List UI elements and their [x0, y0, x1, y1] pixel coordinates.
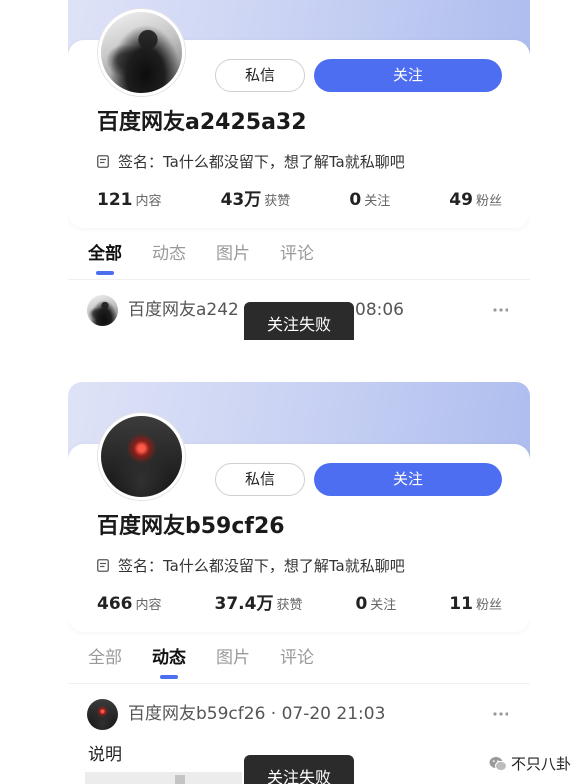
stat-content[interactable]: 121 内容: [97, 190, 162, 210]
stat-value: 49: [449, 190, 473, 210]
profile-panel-2: 私信 关注 百度网友b59cf26 签名：Ta什么都没留下，想了解Ta就私聊吧 …: [68, 382, 530, 784]
message-button[interactable]: 私信: [215, 463, 305, 496]
tab-images[interactable]: 图片: [216, 646, 250, 670]
divider: [68, 279, 530, 280]
stat-label: 获赞: [276, 598, 303, 613]
stat-label: 内容: [135, 598, 162, 613]
divider: [68, 683, 530, 684]
more-icon[interactable]: [492, 712, 508, 716]
stat-followers[interactable]: 49 粉丝: [449, 190, 502, 210]
tab-comments[interactable]: 评论: [280, 646, 314, 670]
stat-value: 121: [97, 190, 133, 210]
tab-label: 动态: [152, 648, 186, 668]
profile-avatar[interactable]: [98, 413, 185, 500]
stats-row: 466 内容 37.4万 获赞 0 关注 11 粉丝: [97, 589, 502, 614]
tab-label: 图片: [216, 648, 250, 668]
stat-value: 11: [449, 594, 473, 614]
post-time: 08:06: [355, 300, 404, 320]
signature: 签名：Ta什么都没留下，想了解Ta就私聊吧: [97, 151, 405, 171]
follow-button[interactable]: 关注: [314, 59, 502, 92]
watermark-text: 不只八卦: [511, 755, 572, 773]
follow-button[interactable]: 关注: [314, 463, 502, 496]
stat-label: 内容: [135, 194, 162, 209]
stat-value: 37.4万: [214, 594, 274, 614]
stat-label: 粉丝: [475, 194, 502, 209]
post-author-avatar[interactable]: [87, 699, 118, 730]
tab-comments[interactable]: 评论: [280, 242, 314, 266]
profile-avatar[interactable]: [98, 9, 185, 96]
profile-panel-1: 私信 关注 百度网友a2425a32 签名：Ta什么都没留下，想了解Ta就私聊吧…: [68, 0, 530, 340]
tab-label: 评论: [280, 648, 314, 668]
toast-message: 关注失败: [244, 302, 354, 340]
stat-label: 关注: [370, 598, 397, 613]
stat-likes[interactable]: 37.4万 获赞: [215, 589, 303, 614]
message-button[interactable]: 私信: [215, 59, 305, 92]
document-icon: [97, 558, 109, 572]
stat-label: 粉丝: [475, 598, 502, 613]
signature: 签名：Ta什么都没留下，想了解Ta就私聊吧: [97, 555, 405, 575]
tab-all[interactable]: 全部: [88, 646, 122, 670]
stat-value: 0: [349, 190, 362, 210]
stat-value: 0: [355, 594, 368, 614]
tab-bar: 全部 动态 图片 评论: [88, 242, 314, 275]
toast-message: 关注失败: [244, 755, 354, 784]
post-author-avatar[interactable]: [87, 295, 118, 326]
post-body: 说明: [88, 745, 122, 765]
stat-label: 关注: [364, 194, 391, 209]
tab-label: 评论: [280, 244, 314, 264]
tab-bar: 全部 动态 图片 评论: [88, 646, 314, 679]
stat-followers[interactable]: 11 粉丝: [449, 594, 502, 614]
post-image[interactable]: [85, 772, 242, 784]
profile-name: 百度网友a2425a32: [97, 110, 307, 135]
stat-following[interactable]: 0 关注: [349, 190, 390, 210]
stats-row: 121 内容 43万 获赞 0 关注 49 粉丝: [97, 185, 502, 210]
stat-value: 466: [97, 594, 133, 614]
tab-label: 全部: [88, 648, 122, 668]
tab-label: 全部: [88, 244, 122, 264]
stat-likes[interactable]: 43万 获赞: [221, 185, 291, 210]
document-icon: [97, 154, 109, 168]
tab-updates[interactable]: 动态: [152, 242, 186, 266]
tab-label: 图片: [216, 244, 250, 264]
tab-images[interactable]: 图片: [216, 242, 250, 266]
profile-name: 百度网友b59cf26: [97, 514, 285, 539]
stat-following[interactable]: 0 关注: [355, 594, 396, 614]
post-meta[interactable]: 百度网友b59cf26 · 07-20 21:03: [128, 702, 385, 726]
tab-updates[interactable]: 动态: [152, 646, 186, 679]
tab-label: 动态: [152, 244, 186, 264]
tab-all[interactable]: 全部: [88, 242, 122, 275]
active-tab-indicator: [160, 675, 178, 679]
signature-text: 签名：Ta什么都没留下，想了解Ta就私聊吧: [118, 152, 405, 171]
watermark: 不只八卦: [489, 753, 571, 774]
stat-value: 43万: [220, 190, 262, 210]
wechat-icon: [489, 756, 507, 772]
signature-text: 签名：Ta什么都没留下，想了解Ta就私聊吧: [118, 556, 405, 575]
stat-label: 获赞: [264, 194, 291, 209]
post-author[interactable]: 百度网友a242: [128, 298, 239, 322]
more-icon[interactable]: [492, 308, 508, 312]
stat-content[interactable]: 466 内容: [97, 594, 162, 614]
image-detail: [175, 775, 185, 784]
active-tab-indicator: [96, 271, 114, 275]
